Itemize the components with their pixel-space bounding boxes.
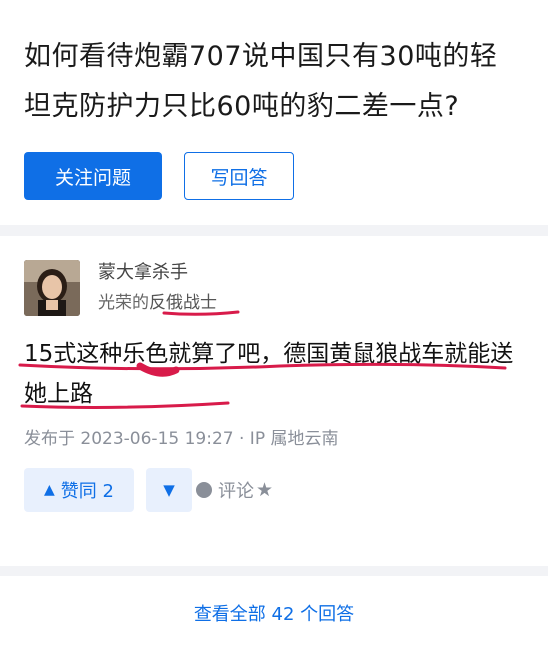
answer-meta: 发布于 2023-06-15 19:27 · IP 属地云南 bbox=[24, 429, 339, 449]
author-badge-prefix: 光荣的 bbox=[98, 293, 149, 313]
view-all-card: 查看全部 42 个回答 bbox=[0, 576, 548, 648]
avatar-photo-icon bbox=[24, 260, 80, 316]
comment-button[interactable]: 评论 ★ bbox=[196, 468, 273, 512]
comment-icon bbox=[196, 482, 212, 498]
question-title[interactable]: 如何看待炮霸707说中国只有30吨的轻坦克防护力只比60吨的豹二差一点? bbox=[24, 32, 524, 132]
triangle-down-icon: ▼ bbox=[163, 481, 175, 499]
answer-card: 蒙大拿杀手 光荣的反俄战士 15式这种乐色就算了吧，德国黄鼠狼战车就能送她上路 … bbox=[0, 236, 548, 566]
avatar[interactable] bbox=[24, 260, 80, 316]
question-card: 如何看待炮霸707说中国只有30吨的轻坦克防护力只比60吨的豹二差一点? 关注问… bbox=[0, 0, 548, 225]
view-all-answers-link[interactable]: 查看全部 42 个回答 bbox=[0, 600, 548, 626]
comment-label: 评论 bbox=[218, 481, 254, 502]
author-badge-highlight: 反俄战士 bbox=[149, 293, 217, 313]
author-badge: 光荣的反俄战士 bbox=[98, 288, 217, 313]
follow-question-button[interactable]: 关注问题 bbox=[24, 152, 162, 200]
upvote-label: 赞同 2 bbox=[60, 481, 114, 502]
triangle-up-icon: ▲ bbox=[44, 482, 55, 498]
answer-content[interactable]: 15式这种乐色就算了吧，德国黄鼠狼战车就能送她上路 bbox=[24, 334, 524, 414]
upvote-button[interactable]: ▲ 赞同 2 bbox=[24, 468, 134, 512]
downvote-button[interactable]: ▼ bbox=[146, 468, 192, 512]
write-answer-button[interactable]: 写回答 bbox=[184, 152, 294, 200]
star-icon[interactable]: ★ bbox=[256, 479, 273, 501]
author-name[interactable]: 蒙大拿杀手 bbox=[98, 258, 188, 284]
